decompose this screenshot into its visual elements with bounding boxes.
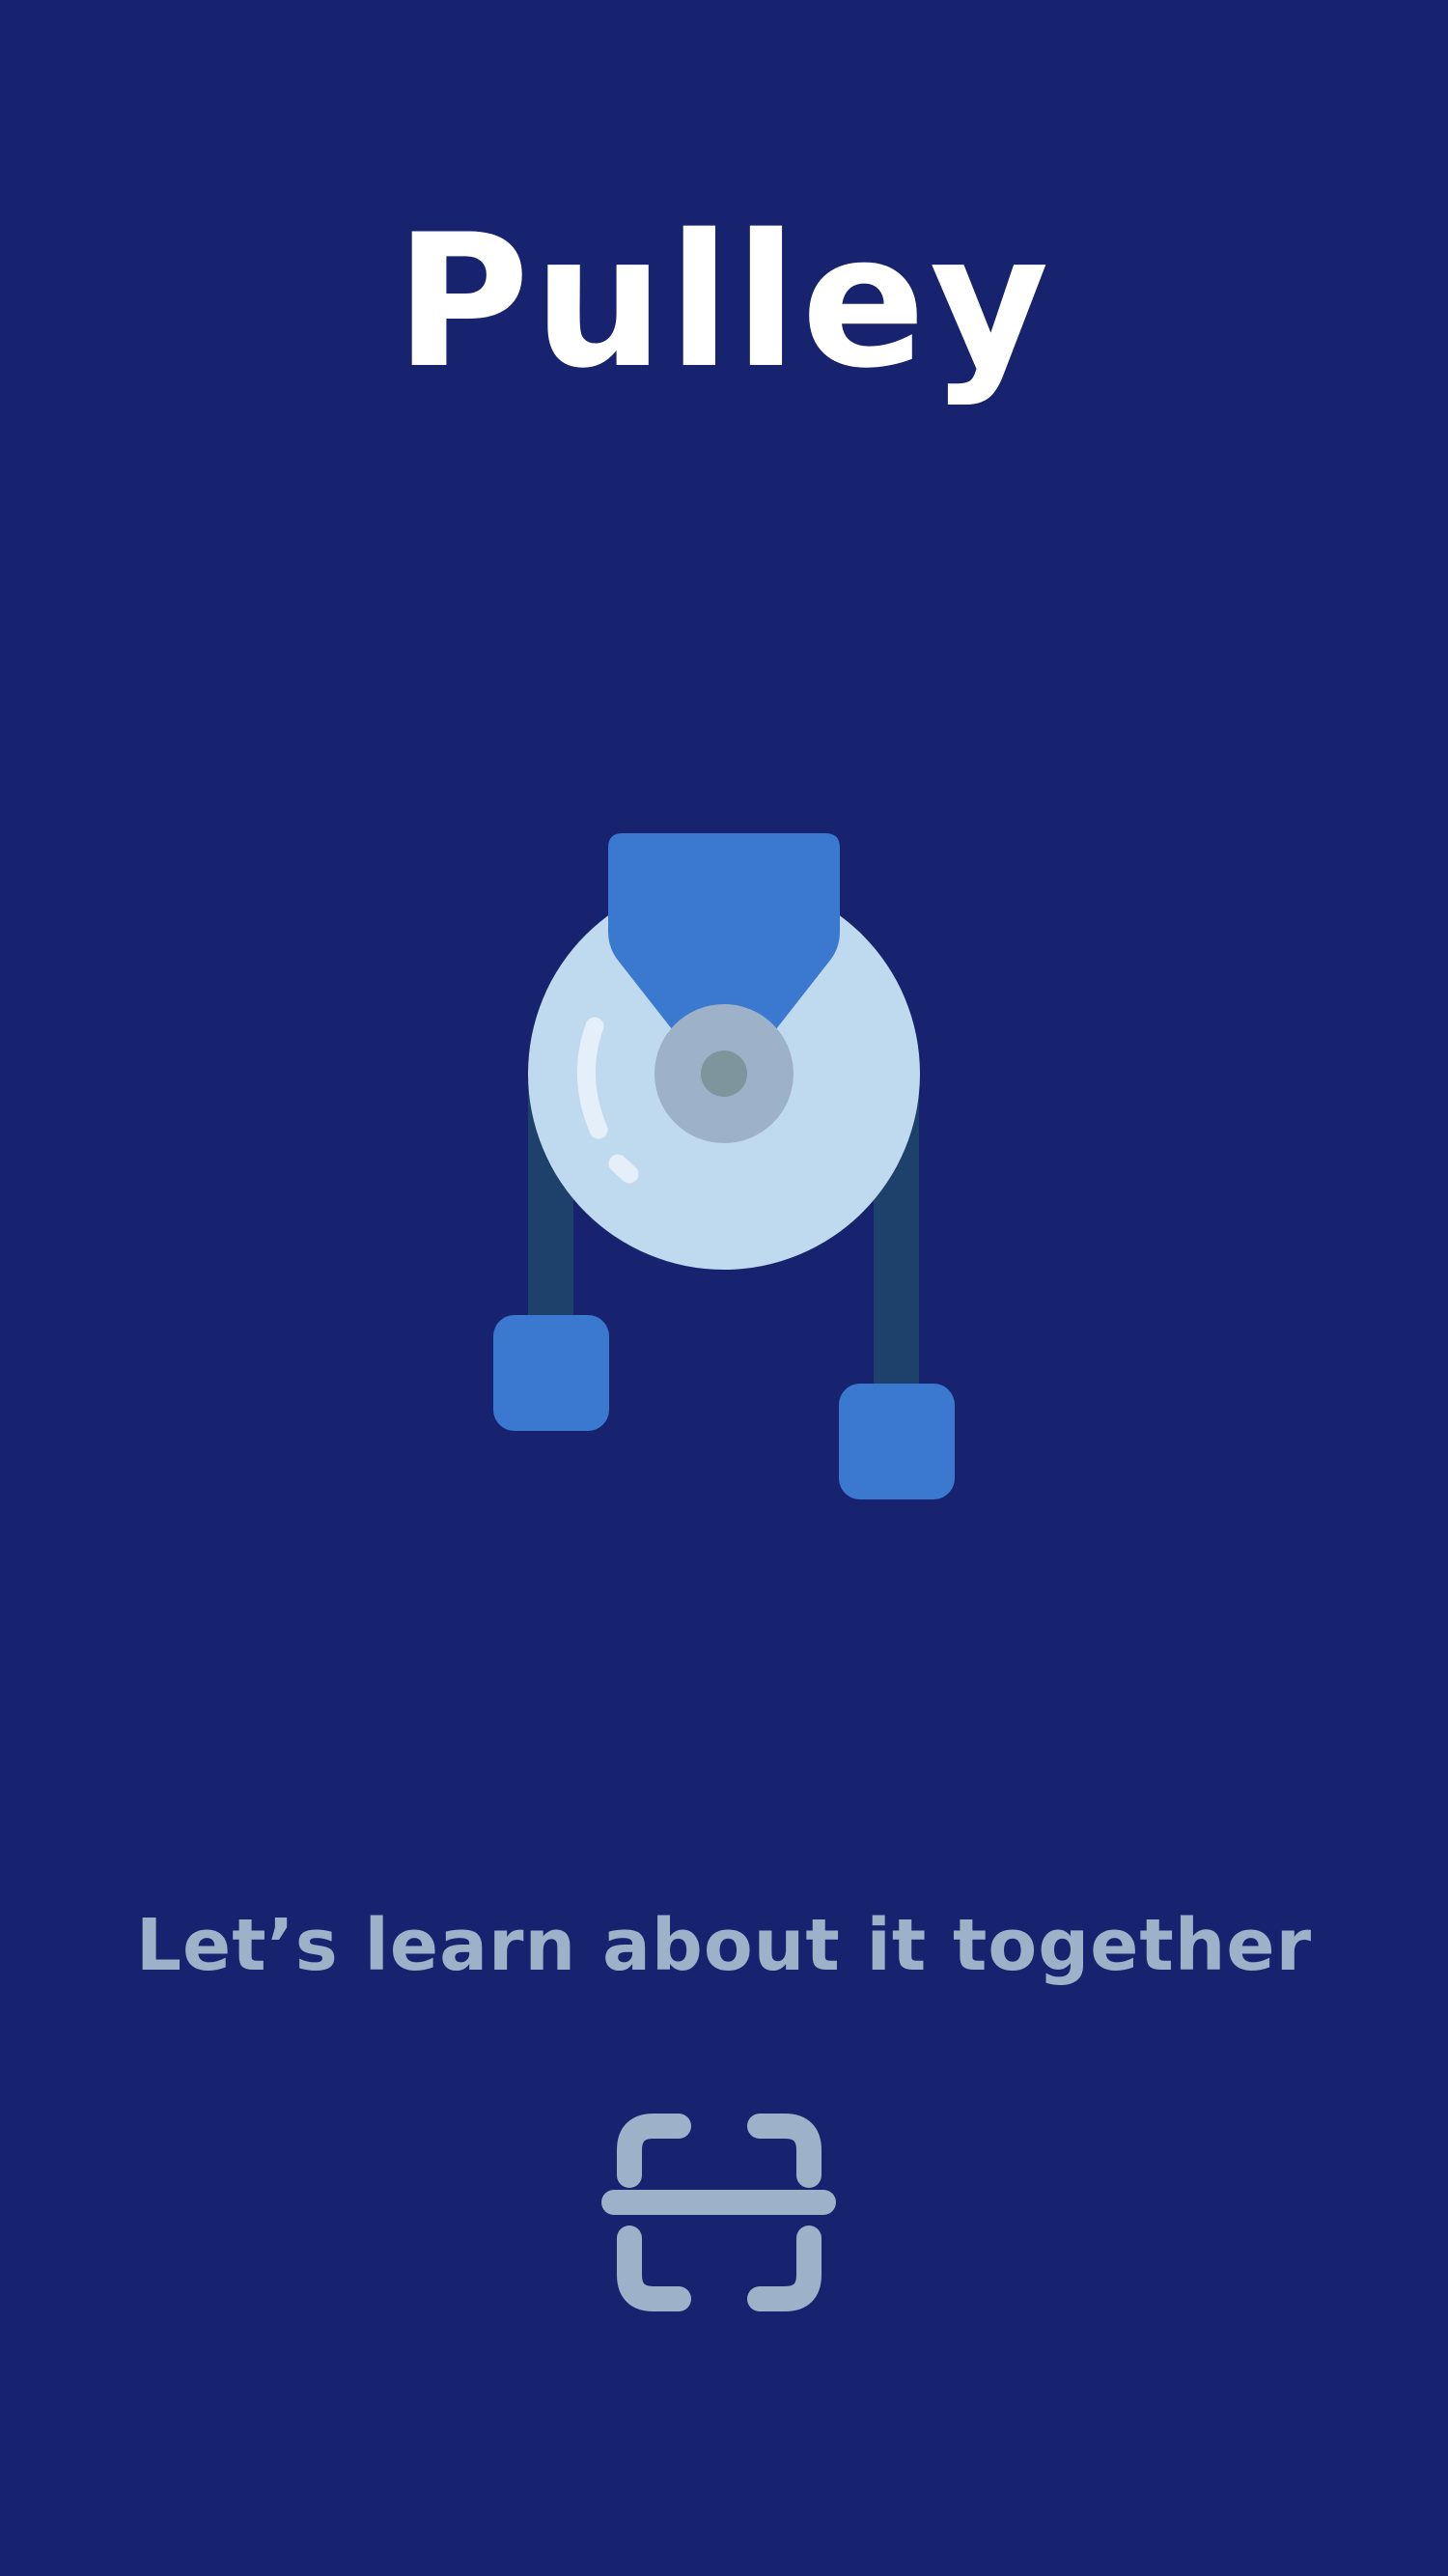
wheel-highlight-dot: [608, 1154, 639, 1184]
left-weight: [493, 1315, 609, 1431]
pulley-icon: [493, 833, 955, 1499]
right-weight: [839, 1384, 955, 1499]
splash-screen: Pulley Let’s learn about it together: [0, 0, 1448, 2576]
pulley-axle: [701, 1050, 747, 1097]
tagline: Let’s learn about it together: [135, 1904, 1313, 1987]
scan-icon: [601, 2114, 836, 2311]
scan-button[interactable]: [594, 2090, 845, 2341]
